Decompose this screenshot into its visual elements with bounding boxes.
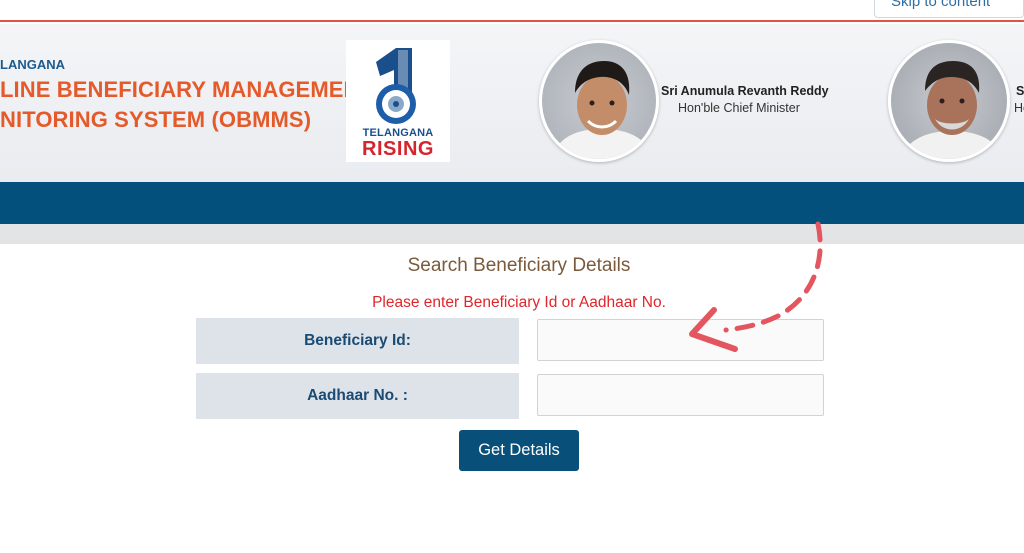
top-strip: Skip to content bbox=[0, 0, 1024, 22]
page: Skip to content LANGANA LINE BENEFICIARY… bbox=[0, 0, 1024, 553]
state-label: LANGANA bbox=[0, 57, 65, 72]
form-heading: Search Beneficiary Details bbox=[407, 255, 631, 276]
deputy-chief-minister-role: Ho bbox=[1014, 101, 1024, 115]
aadhaar-no-label: Aadhaar No. : bbox=[196, 373, 519, 419]
skip-to-content-link[interactable]: Skip to content bbox=[874, 0, 1024, 18]
site-header: LANGANA LINE BENEFICIARY MANAGEMENT & NI… bbox=[0, 24, 1024, 182]
logo-emblem-icon bbox=[376, 48, 416, 124]
person-portrait-icon bbox=[551, 61, 653, 159]
get-details-button[interactable]: Get Details bbox=[459, 430, 579, 471]
beneficiary-id-label: Beneficiary Id: bbox=[196, 318, 519, 364]
main-navbar bbox=[0, 182, 1024, 224]
person-portrait-icon bbox=[900, 61, 1004, 159]
chief-minister-avatar bbox=[539, 40, 659, 162]
site-title-line-1: LINE BENEFICIARY MANAGEMENT & bbox=[0, 77, 396, 102]
chief-minister-name: Sri Anumula Revanth Reddy bbox=[661, 84, 829, 98]
chief-minister-role: Hon'ble Chief Minister bbox=[678, 101, 800, 115]
aadhaar-no-input[interactable] bbox=[537, 374, 824, 416]
deputy-chief-minister-name: S bbox=[1016, 84, 1024, 98]
telangana-rising-logo: TELANGANA RISING bbox=[346, 40, 450, 162]
beneficiary-id-input[interactable] bbox=[537, 319, 824, 361]
form-hint: Please enter Beneficiary Id or Aadhaar N… bbox=[372, 294, 666, 311]
sub-navbar bbox=[0, 224, 1024, 244]
site-title-line-2: NITORING SYSTEM (OBMMS) bbox=[0, 107, 312, 132]
logo-text-rising: RISING bbox=[362, 138, 434, 160]
deputy-chief-minister-avatar bbox=[888, 40, 1010, 162]
